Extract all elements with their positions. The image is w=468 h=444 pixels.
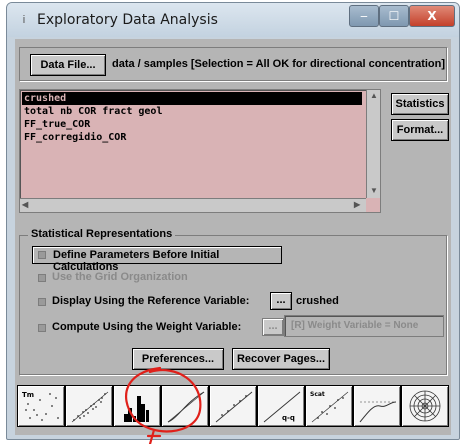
define-parameters-checkbox[interactable] — [38, 251, 46, 259]
group-title: Statistical Representations — [28, 228, 176, 240]
base-map-label: Tm — [22, 391, 34, 399]
reference-variable-value: crushed — [296, 295, 339, 307]
probability-plot-button[interactable] — [209, 385, 257, 427]
variogram-map-icon — [409, 390, 441, 422]
probability-plot-icon — [215, 391, 253, 423]
h-scatter-plot-button[interactable]: Scat — [305, 385, 353, 427]
base-map-icon: Tm — [22, 391, 59, 421]
qq-plot-button[interactable]: q-q — [257, 385, 305, 427]
histogram-icon — [124, 396, 149, 422]
cumulative-curve-button[interactable] — [161, 385, 209, 427]
use-grid-label: Use the Grid Organization — [52, 271, 188, 283]
scroll-up-icon[interactable]: ▲ — [370, 91, 378, 100]
define-parameters-option[interactable]: Define Parameters Before Initial Calcula… — [32, 246, 282, 273]
qq-plot-icon: q-q — [263, 391, 301, 423]
maximize-button[interactable]: ☐ — [379, 5, 409, 27]
h-scatter-plot-label: Scat — [310, 391, 325, 398]
compute-weight-label: Compute Using the Weight Variable: — [52, 321, 242, 333]
variogram-map-button[interactable] — [401, 385, 449, 427]
client-area: Data File... data / samples [Selection =… — [15, 39, 451, 435]
window-title: Exploratory Data Analysis — [37, 12, 218, 28]
display-reference-label: Display Using the Reference Variable: — [52, 295, 250, 307]
app-icon: i — [22, 14, 26, 26]
variogram-button[interactable] — [353, 385, 401, 427]
variable-list[interactable]: crushed total nb COR fract geol FF_true_… — [19, 89, 381, 213]
data-file-button[interactable]: Data File... — [30, 54, 106, 76]
list-item[interactable]: FF_true_COR — [22, 118, 362, 131]
title-bar[interactable]: i Exploratory Data Analysis ‒ ☐ X — [7, 3, 459, 37]
list-item[interactable]: crushed — [22, 92, 362, 105]
reference-variable-button[interactable]: ... — [270, 292, 292, 310]
scatter-plot-button[interactable] — [65, 385, 113, 427]
statistical-representations-group: Statistical Representations Define Param… — [19, 228, 447, 375]
preferences-button[interactable]: Preferences... — [132, 348, 224, 370]
scroll-left-icon[interactable]: ◀ — [22, 200, 28, 209]
compute-weight-checkbox[interactable] — [38, 324, 46, 332]
format-button[interactable]: Format... — [391, 119, 449, 141]
define-parameters-label: Define Parameters Before Initial Calcula… — [53, 249, 220, 273]
data-file-panel: Data File... data / samples [Selection =… — [19, 47, 447, 81]
eda-window: i Exploratory Data Analysis ‒ ☐ X Data F… — [6, 2, 460, 440]
vertical-scrollbar[interactable]: ▲ ▼ — [366, 90, 380, 198]
qq-plot-label: q-q — [282, 414, 295, 422]
h-scatter-plot-icon: Scat — [310, 391, 349, 423]
scroll-down-icon[interactable]: ▼ — [370, 186, 378, 195]
list-item[interactable]: total nb COR fract geol — [22, 105, 362, 118]
cumulative-curve-icon — [167, 391, 205, 423]
weight-variable-field: [R] Weight Variable = None — [284, 315, 444, 337]
list-item[interactable]: FF_corregidio_COR — [22, 131, 362, 144]
display-reference-checkbox[interactable] — [38, 298, 46, 306]
horizontal-scrollbar[interactable]: ◀ ▶ — [20, 198, 366, 212]
scroll-right-icon[interactable]: ▶ — [354, 200, 360, 209]
recover-pages-button[interactable]: Recover Pages... — [232, 348, 330, 370]
minimize-button[interactable]: ‒ — [349, 5, 379, 27]
scatter-plot-icon — [71, 391, 109, 423]
use-grid-checkbox — [38, 274, 46, 282]
statistics-button[interactable]: Statistics — [391, 93, 449, 115]
data-path-label: data / samples [Selection = All OK for d… — [112, 58, 446, 70]
histogram-button[interactable] — [113, 385, 161, 427]
weight-variable-button: ... — [262, 318, 284, 336]
variogram-icon — [359, 401, 397, 423]
base-map-button[interactable]: Tm — [17, 385, 65, 427]
close-button[interactable]: X — [409, 5, 455, 27]
